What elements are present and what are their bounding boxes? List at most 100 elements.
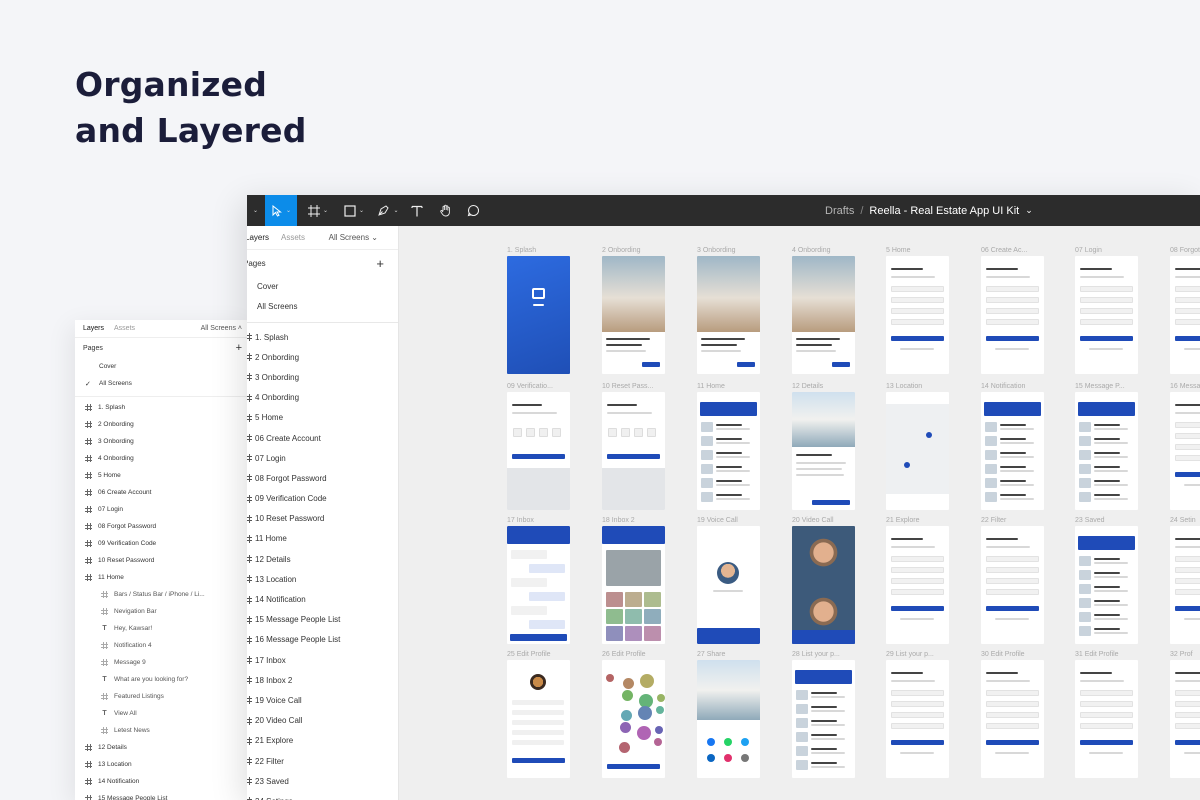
layer-row[interactable]: 10 Reset Password bbox=[247, 509, 398, 529]
frame-label[interactable]: 10 Reset Pass... bbox=[602, 382, 665, 392]
screen-frame[interactable]: 11 Home bbox=[697, 382, 760, 510]
screen-frame[interactable]: 19 Voice Call bbox=[697, 516, 760, 644]
back-layer-row[interactable]: Featured Listings bbox=[75, 688, 250, 705]
screen-frame[interactable]: 20 Video Call bbox=[792, 516, 855, 644]
layer-row[interactable]: 21 Explore bbox=[247, 731, 398, 751]
layer-row[interactable]: 14 Notification bbox=[247, 589, 398, 609]
screen-frame[interactable]: 23 Saved bbox=[1075, 516, 1138, 644]
screen-frame[interactable]: 29 List your p... bbox=[886, 650, 949, 778]
layer-row[interactable]: 5 Home bbox=[247, 408, 398, 428]
back-layer-row[interactable]: 06 Create Account bbox=[75, 484, 250, 501]
screen-frame[interactable]: 21 Explore bbox=[886, 516, 949, 644]
frame-label[interactable]: 3 Onbording bbox=[697, 246, 760, 256]
menu-caret-icon[interactable]: ⌄ bbox=[247, 195, 261, 226]
back-tab-all-screens[interactable]: All Screens ˄ bbox=[201, 325, 242, 332]
frame-tool-button[interactable]: ⌄ bbox=[303, 195, 333, 226]
back-layer-row[interactable]: Message 9 bbox=[75, 654, 250, 671]
screen-thumbnail[interactable] bbox=[507, 660, 570, 778]
screen-thumbnail[interactable] bbox=[602, 526, 665, 644]
screen-frame[interactable]: 08 Forgot bbox=[1170, 246, 1200, 374]
file-menu-chevron-icon[interactable]: ⌄ bbox=[1025, 205, 1033, 216]
screen-frame[interactable]: 07 Login bbox=[1075, 246, 1138, 374]
screen-frame[interactable]: 14 Notification bbox=[981, 382, 1044, 510]
screen-thumbnail[interactable] bbox=[981, 256, 1044, 374]
screen-thumbnail[interactable] bbox=[507, 256, 570, 374]
back-layer-row[interactable]: 1. Splash bbox=[75, 399, 250, 416]
layer-row[interactable]: 18 Inbox 2 bbox=[247, 670, 398, 690]
back-layer-row[interactable]: Letest News bbox=[75, 722, 250, 739]
layer-row[interactable]: 16 Message People List bbox=[247, 630, 398, 650]
screen-frame[interactable]: 31 Edit Profile bbox=[1075, 650, 1138, 778]
screen-thumbnail[interactable] bbox=[1170, 526, 1200, 644]
screen-thumbnail[interactable] bbox=[1075, 256, 1138, 374]
back-layer-row[interactable]: 14 Notification bbox=[75, 773, 250, 790]
screen-thumbnail[interactable] bbox=[697, 392, 760, 510]
layer-row[interactable]: 06 Create Account bbox=[247, 428, 398, 448]
screen-thumbnail[interactable] bbox=[697, 526, 760, 644]
layer-row[interactable]: 24 Setings bbox=[247, 791, 398, 800]
layer-row[interactable]: 2 Onbording bbox=[247, 347, 398, 367]
screen-frame[interactable]: 16 Messa bbox=[1170, 382, 1200, 510]
frame-label[interactable]: 5 Home bbox=[886, 246, 949, 256]
design-canvas[interactable]: 1. Splash 2 Onbording 3 Onbording 4 Onbordi… bbox=[399, 226, 1200, 800]
add-page-icon[interactable]: + bbox=[376, 256, 384, 271]
frame-label[interactable]: 15 Message P... bbox=[1075, 382, 1138, 392]
frame-label[interactable]: 26 Edit Profile bbox=[602, 650, 665, 660]
layer-row[interactable]: 08 Forgot Password bbox=[247, 468, 398, 488]
screen-thumbnail[interactable] bbox=[981, 526, 1044, 644]
frame-label[interactable]: 18 Inbox 2 bbox=[602, 516, 665, 526]
frame-label[interactable]: 12 Details bbox=[792, 382, 855, 392]
back-layer-row[interactable]: 10 Reset Password bbox=[75, 552, 250, 569]
layer-row[interactable]: 4 Onbording bbox=[247, 388, 398, 408]
back-page-all-screens[interactable]: ✓ All Screens bbox=[75, 375, 250, 392]
screen-frame[interactable]: 10 Reset Pass... bbox=[602, 382, 665, 510]
frame-label[interactable]: 21 Explore bbox=[886, 516, 949, 526]
frame-label[interactable]: 29 List your p... bbox=[886, 650, 949, 660]
back-layer-row[interactable]: Notification 4 bbox=[75, 637, 250, 654]
frame-label[interactable]: 23 Saved bbox=[1075, 516, 1138, 526]
layer-row[interactable]: 20 Video Call bbox=[247, 711, 398, 731]
screen-thumbnail[interactable] bbox=[886, 660, 949, 778]
screen-thumbnail[interactable] bbox=[981, 392, 1044, 510]
frame-label[interactable]: 14 Notification bbox=[981, 382, 1044, 392]
screen-thumbnail[interactable] bbox=[886, 256, 949, 374]
screen-frame[interactable]: 28 List your p... bbox=[792, 650, 855, 778]
back-layer-row[interactable]: 2 Onbording bbox=[75, 416, 250, 433]
screen-thumbnail[interactable] bbox=[981, 660, 1044, 778]
screen-thumbnail[interactable] bbox=[886, 392, 949, 510]
back-layer-row[interactable]: 4 Onbording bbox=[75, 450, 250, 467]
screen-frame[interactable]: 24 Setin bbox=[1170, 516, 1200, 644]
layer-row[interactable]: 13 Location bbox=[247, 569, 398, 589]
screen-frame[interactable]: 30 Edit Profile bbox=[981, 650, 1044, 778]
screen-frame[interactable]: 09 Verificatio... bbox=[507, 382, 570, 510]
back-layer-row[interactable]: 08 Forgot Password bbox=[75, 518, 250, 535]
screen-frame[interactable]: 1. Splash bbox=[507, 246, 570, 374]
frame-label[interactable]: 28 List your p... bbox=[792, 650, 855, 660]
layer-row[interactable]: 07 Login bbox=[247, 448, 398, 468]
frame-label[interactable]: 06 Create Ac... bbox=[981, 246, 1044, 256]
layer-row[interactable]: 1. Splash bbox=[247, 327, 398, 347]
screen-thumbnail[interactable] bbox=[1075, 526, 1138, 644]
layer-row[interactable]: 17 Inbox bbox=[247, 650, 398, 670]
text-tool-button[interactable] bbox=[405, 195, 429, 226]
screen-thumbnail[interactable] bbox=[602, 256, 665, 374]
move-tool-button[interactable]: ⌄ bbox=[265, 195, 297, 226]
screen-frame[interactable]: 27 Share bbox=[697, 650, 760, 778]
screen-thumbnail[interactable] bbox=[792, 526, 855, 644]
screen-frame[interactable]: 17 Inbox bbox=[507, 516, 570, 644]
back-layer-row[interactable]: T Hey, Kawsar! bbox=[75, 620, 250, 637]
frame-label[interactable]: 07 Login bbox=[1075, 246, 1138, 256]
layer-row[interactable]: 15 Message People List bbox=[247, 610, 398, 630]
back-layer-row[interactable]: 15 Message People List bbox=[75, 790, 250, 800]
screen-frame[interactable]: 3 Onbording bbox=[697, 246, 760, 374]
back-layer-row[interactable]: 11 Home bbox=[75, 569, 250, 586]
frame-label[interactable]: 08 Forgot bbox=[1170, 246, 1200, 256]
screen-thumbnail[interactable] bbox=[1075, 392, 1138, 510]
back-tab-assets[interactable]: Assets bbox=[114, 325, 135, 332]
screen-thumbnail[interactable] bbox=[602, 660, 665, 778]
screen-frame[interactable]: 06 Create Ac... bbox=[981, 246, 1044, 374]
screen-frame[interactable]: 26 Edit Profile bbox=[602, 650, 665, 778]
back-layer-row[interactable]: T What are you looking for? bbox=[75, 671, 250, 688]
screen-frame[interactable]: 4 Onbording bbox=[792, 246, 855, 374]
frame-label[interactable]: 27 Share bbox=[697, 650, 760, 660]
